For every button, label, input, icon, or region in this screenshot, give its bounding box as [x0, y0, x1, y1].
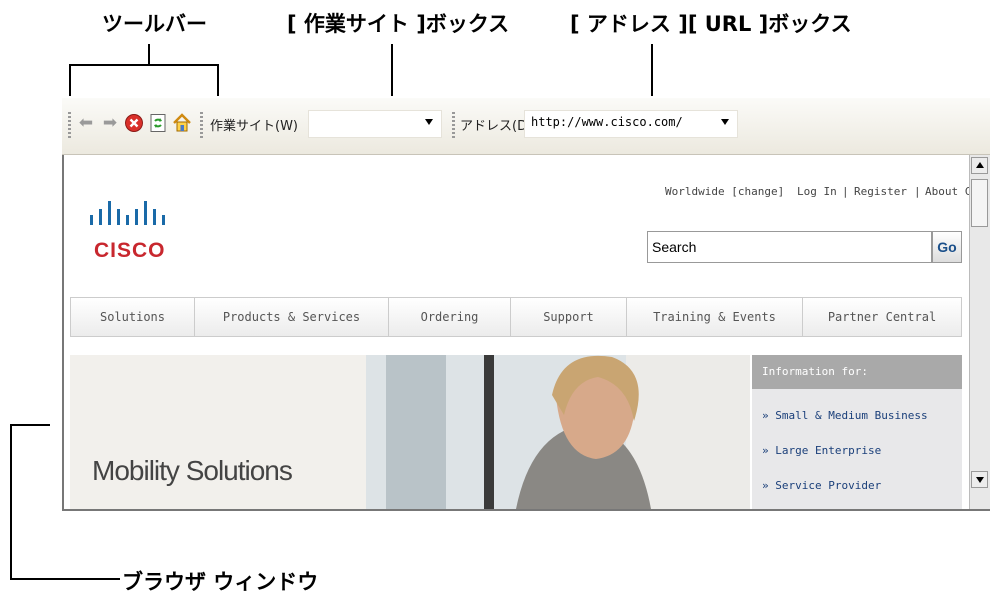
address-combobox[interactable]: http://www.cisco.com/ — [524, 110, 738, 138]
work-site-leader — [391, 44, 393, 96]
toolbar: ⬅ ➡ 作業サイト(W) アドレス(D) http://www.cisco.co… — [62, 98, 990, 155]
toolbar-grip[interactable] — [200, 112, 203, 138]
toolbar-callout: ツールバー — [102, 12, 207, 36]
nav-item-training-events[interactable]: Training & Events — [627, 298, 803, 336]
nav-item-partner-central[interactable]: Partner Central — [803, 298, 961, 336]
log-in-link[interactable]: Log In — [797, 185, 837, 198]
chevron-down-icon — [976, 477, 984, 483]
vertical-scrollbar[interactable] — [969, 155, 990, 509]
address-leader — [651, 44, 653, 96]
browser-window: CISCO Worldwide [change] Log In | Regist… — [62, 155, 990, 511]
chevron-down-icon[interactable] — [721, 119, 729, 125]
work-site-label: 作業サイト(W) — [210, 119, 298, 134]
home-icon[interactable] — [172, 113, 192, 133]
hero-photo — [366, 355, 750, 509]
info-panel: Information for: » Small & Medium Busine… — [752, 355, 962, 509]
info-link-small-medium-business[interactable]: » Small & Medium Business — [762, 409, 928, 422]
nav-item-solutions[interactable]: Solutions — [71, 298, 195, 336]
toolbar-bracket-left — [69, 64, 71, 96]
toolbar-bracket-bar — [69, 64, 219, 66]
toolbar-grip[interactable] — [68, 112, 71, 138]
link-separator: | — [914, 185, 921, 198]
browser-leader-top — [10, 424, 50, 426]
address-url: http://www.cisco.com/ — [531, 115, 683, 129]
cisco-logo-bars-icon — [90, 201, 165, 225]
browser-leader-stem — [10, 424, 12, 580]
toolbar-bracket-stem — [148, 44, 150, 64]
nav-item-products-services[interactable]: Products & Services — [195, 298, 389, 336]
back-arrow-icon[interactable]: ⬅ — [76, 113, 96, 133]
link-separator: | — [842, 185, 849, 198]
search-input[interactable]: Search — [647, 231, 932, 263]
toolbar-bracket-right — [217, 64, 219, 96]
toolbar-grip[interactable] — [452, 112, 455, 138]
worldwide-link[interactable]: Worldwide [change] — [665, 185, 784, 198]
refresh-icon[interactable] — [148, 113, 168, 133]
address-label: アドレス(D) — [460, 119, 533, 134]
scroll-up-button[interactable] — [971, 157, 988, 174]
go-button[interactable]: Go — [932, 231, 962, 263]
address-box-callout: [ アドレス ][ URL ]ボックス — [570, 12, 852, 36]
hero-banner[interactable]: Mobility Solutions — [70, 355, 750, 509]
nav-item-support[interactable]: Support — [511, 298, 627, 336]
browser-window-callout: ブラウザ ウィンドウ — [122, 570, 319, 594]
search-input-text: Search — [652, 239, 697, 255]
nav-item-ordering[interactable]: Ordering — [389, 298, 511, 336]
browser-leader-bottom — [10, 578, 120, 580]
main-nav: Solutions Products & Services Ordering S… — [70, 297, 962, 337]
cisco-logo-text: CISCO — [94, 239, 166, 262]
hero-title: Mobility Solutions — [92, 455, 293, 486]
info-link-service-provider[interactable]: » Service Provider — [762, 479, 881, 492]
register-link[interactable]: Register — [854, 185, 907, 198]
work-site-box-callout: [ 作業サイト ]ボックス — [287, 12, 510, 36]
scroll-down-button[interactable] — [971, 471, 988, 488]
info-heading: Information for: — [752, 355, 962, 389]
info-link-large-enterprise[interactable]: » Large Enterprise — [762, 444, 881, 457]
work-site-combobox[interactable] — [308, 110, 442, 138]
scroll-thumb[interactable] — [971, 179, 988, 227]
stop-icon[interactable] — [124, 113, 144, 133]
chevron-down-icon[interactable] — [425, 119, 433, 125]
chevron-up-icon — [976, 162, 984, 168]
forward-arrow-icon[interactable]: ➡ — [100, 113, 120, 133]
